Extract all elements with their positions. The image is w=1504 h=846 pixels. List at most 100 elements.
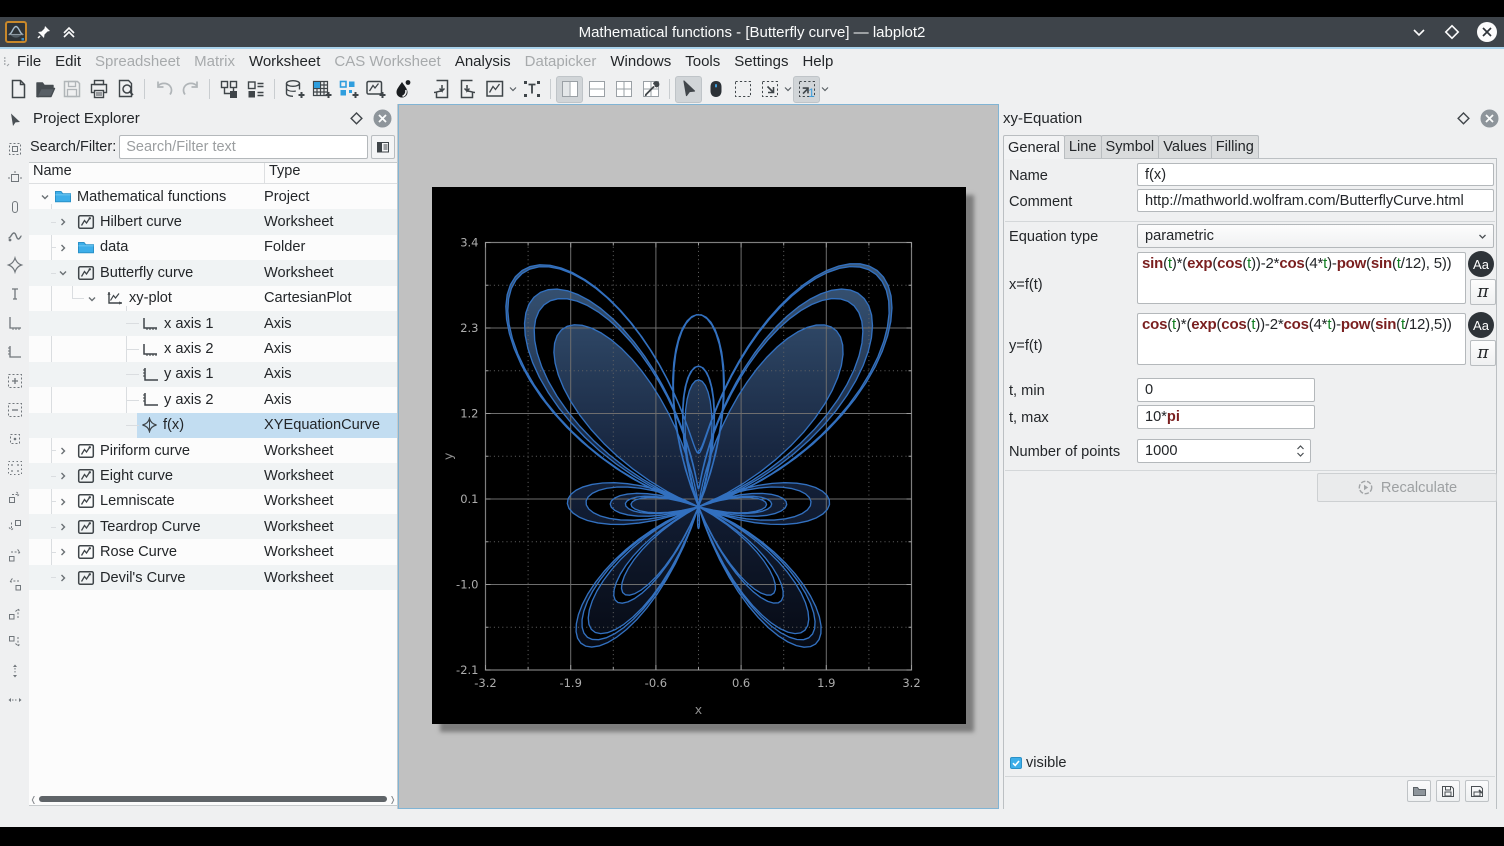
close-button[interactable] <box>1476 21 1498 43</box>
navigation-mode-button[interactable] <box>2 165 28 191</box>
menu-cas-worksheet[interactable]: CAS Worksheet <box>327 50 447 73</box>
document-save-button[interactable] <box>58 76 85 103</box>
zoom-fit-x-button[interactable] <box>2 484 28 510</box>
add-text-label-button[interactable] <box>2 281 28 307</box>
worksheet-view[interactable]: -3.2-1.9-0.60.61.93.23.42.31.20.1-1.0-2.… <box>398 104 999 809</box>
zoom-fit-y-button[interactable] <box>2 513 28 539</box>
zoom-in-button[interactable] <box>2 368 28 394</box>
column-header-type[interactable]: Type <box>265 163 300 183</box>
zoom-fit-selection-dropdown-arrow[interactable] <box>783 76 793 103</box>
navigate-mode-button[interactable] <box>702 76 729 103</box>
minimize-button[interactable] <box>1410 23 1428 41</box>
edit-undo-button[interactable] <box>150 76 177 103</box>
import-button[interactable] <box>427 76 454 103</box>
add-curve-button[interactable] <box>2 223 28 249</box>
new-worksheet-button[interactable] <box>361 76 388 103</box>
layout-vertical-button[interactable] <box>556 76 583 103</box>
new-workbook-button[interactable] <box>215 76 242 103</box>
menu-settings[interactable]: Settings <box>727 50 795 73</box>
layout-grid-button[interactable] <box>610 76 637 103</box>
tree-row-teardrop-curve[interactable]: Teardrop CurveWorksheet <box>29 514 397 539</box>
export-button[interactable] <box>454 76 481 103</box>
menu-analysis[interactable]: Analysis <box>448 50 518 73</box>
float-panel-icon[interactable] <box>1456 111 1471 126</box>
tree-row-data[interactable]: dataFolder <box>29 235 397 260</box>
float-panel-icon[interactable] <box>349 111 364 126</box>
comment-field[interactable]: http://mathworld.wolfram.com/ButterflyCu… <box>1137 189 1494 212</box>
recalculate-button[interactable]: Recalculate <box>1317 473 1497 502</box>
zoom-select-mode-button[interactable] <box>729 76 756 103</box>
y-equation-input[interactable]: cos(t)*(exp(cos(t))-2*cos(4*t)-pow(sin(t… <box>1137 313 1466 365</box>
tab-values[interactable]: Values <box>1158 135 1212 158</box>
tab-filling[interactable]: Filling <box>1211 135 1259 158</box>
pin-icon[interactable] <box>36 24 52 40</box>
zoom-fit-button[interactable] <box>2 455 28 481</box>
tree-row-hilbert-curve[interactable]: Hilbert curveWorksheet <box>29 209 397 234</box>
visible-checkbox[interactable] <box>1010 757 1022 769</box>
new-datapicker-button[interactable] <box>334 76 361 103</box>
tmax-field[interactable]: 10*pi <box>1137 405 1315 429</box>
menu-file[interactable]: File <box>10 50 48 73</box>
new-plot-button[interactable] <box>481 76 508 103</box>
tree-row-butterfly-curve[interactable]: Butterfly curveWorksheet <box>29 260 397 285</box>
menu-tools[interactable]: Tools <box>678 50 727 73</box>
zoom-fit-page-button[interactable]: 1 <box>793 76 820 103</box>
tree-row-eight-curve[interactable]: Eight curveWorksheet <box>29 463 397 488</box>
crosshair-mode-button[interactable] <box>2 136 28 162</box>
zoom-out-button[interactable] <box>2 397 28 423</box>
points-spinbox[interactable]: 1000 <box>1137 439 1311 463</box>
edit-redo-button[interactable] <box>177 76 204 103</box>
select-mode-button[interactable] <box>675 76 702 103</box>
save-as-template-button[interactable] <box>1465 780 1489 802</box>
tree-row-x-axis-1[interactable]: x axis 1Axis <box>29 311 397 336</box>
shift-right-x-button[interactable] <box>2 571 28 597</box>
tree-row-x-axis-2[interactable]: x axis 2Axis <box>29 336 397 361</box>
document-new-button[interactable] <box>4 76 31 103</box>
document-open-button[interactable] <box>31 76 58 103</box>
zoom-selection-mode-button[interactable] <box>2 194 28 220</box>
document-print-button[interactable] <box>85 76 112 103</box>
horizontal-scrollbar[interactable]: ❬ ❭ <box>30 794 396 804</box>
print-preview-button[interactable] <box>112 76 139 103</box>
x-functions-button[interactable]: π <box>1470 279 1496 305</box>
save-template-button[interactable] <box>1436 780 1460 802</box>
tree-row-rose-curve[interactable]: Rose CurveWorksheet <box>29 539 397 564</box>
tree-row-y-axis-2[interactable]: y axis 2Axis <box>29 387 397 412</box>
scroll-left-arrow[interactable]: ❬ <box>30 795 37 804</box>
shift-down-y-button[interactable] <box>2 629 28 655</box>
scrollbar-handle[interactable] <box>39 796 387 802</box>
menu-help[interactable]: Help <box>795 50 840 73</box>
tab-general[interactable]: General <box>1003 135 1065 159</box>
tree-row-lemniscate[interactable]: LemniscateWorksheet <box>29 489 397 514</box>
layout-horizontal-button[interactable] <box>583 76 610 103</box>
scale-auto-x-button[interactable] <box>2 658 28 684</box>
name-field[interactable]: f(x) <box>1137 163 1494 186</box>
x-constants-button[interactable]: Aa <box>1468 251 1494 277</box>
text-label-button[interactable] <box>518 76 545 103</box>
y-functions-button[interactable]: π <box>1470 340 1496 366</box>
maximize-button[interactable] <box>1443 23 1461 41</box>
new-spreadsheet-button[interactable] <box>280 76 307 103</box>
new-notes-button[interactable] <box>242 76 269 103</box>
menu-worksheet[interactable]: Worksheet <box>242 50 327 73</box>
menu-edit[interactable]: Edit <box>48 50 88 73</box>
shift-left-x-button[interactable] <box>2 542 28 568</box>
tab-symbol[interactable]: Symbol <box>1101 135 1160 158</box>
scale-auto-y-button[interactable] <box>2 687 28 713</box>
tmin-field[interactable]: 0 <box>1137 378 1315 402</box>
add-x-axis-button[interactable] <box>2 310 28 336</box>
menu-windows[interactable]: Windows <box>603 50 678 73</box>
new-matrix-button[interactable] <box>307 76 334 103</box>
zoom-fit-selection-button[interactable] <box>756 76 783 103</box>
layout-break-button[interactable] <box>637 76 664 103</box>
collapse-titlebar-icon[interactable] <box>61 24 77 40</box>
visible-row[interactable]: visible <box>1010 755 1067 771</box>
tree-row-piriform-curve[interactable]: Piriform curveWorksheet <box>29 438 397 463</box>
add-y-axis-button[interactable] <box>2 339 28 365</box>
shift-up-y-button[interactable] <box>2 600 28 626</box>
select-and-edit-mode-button[interactable] <box>2 107 28 133</box>
search-filter-input[interactable]: Search/Filter text <box>119 135 368 159</box>
menu-datapicker[interactable]: Datapicker <box>518 50 604 73</box>
tree-row-mathematical-functions[interactable]: Mathematical functionsProject <box>29 184 397 209</box>
tree-row-y-axis-1[interactable]: y axis 1Axis <box>29 362 397 387</box>
